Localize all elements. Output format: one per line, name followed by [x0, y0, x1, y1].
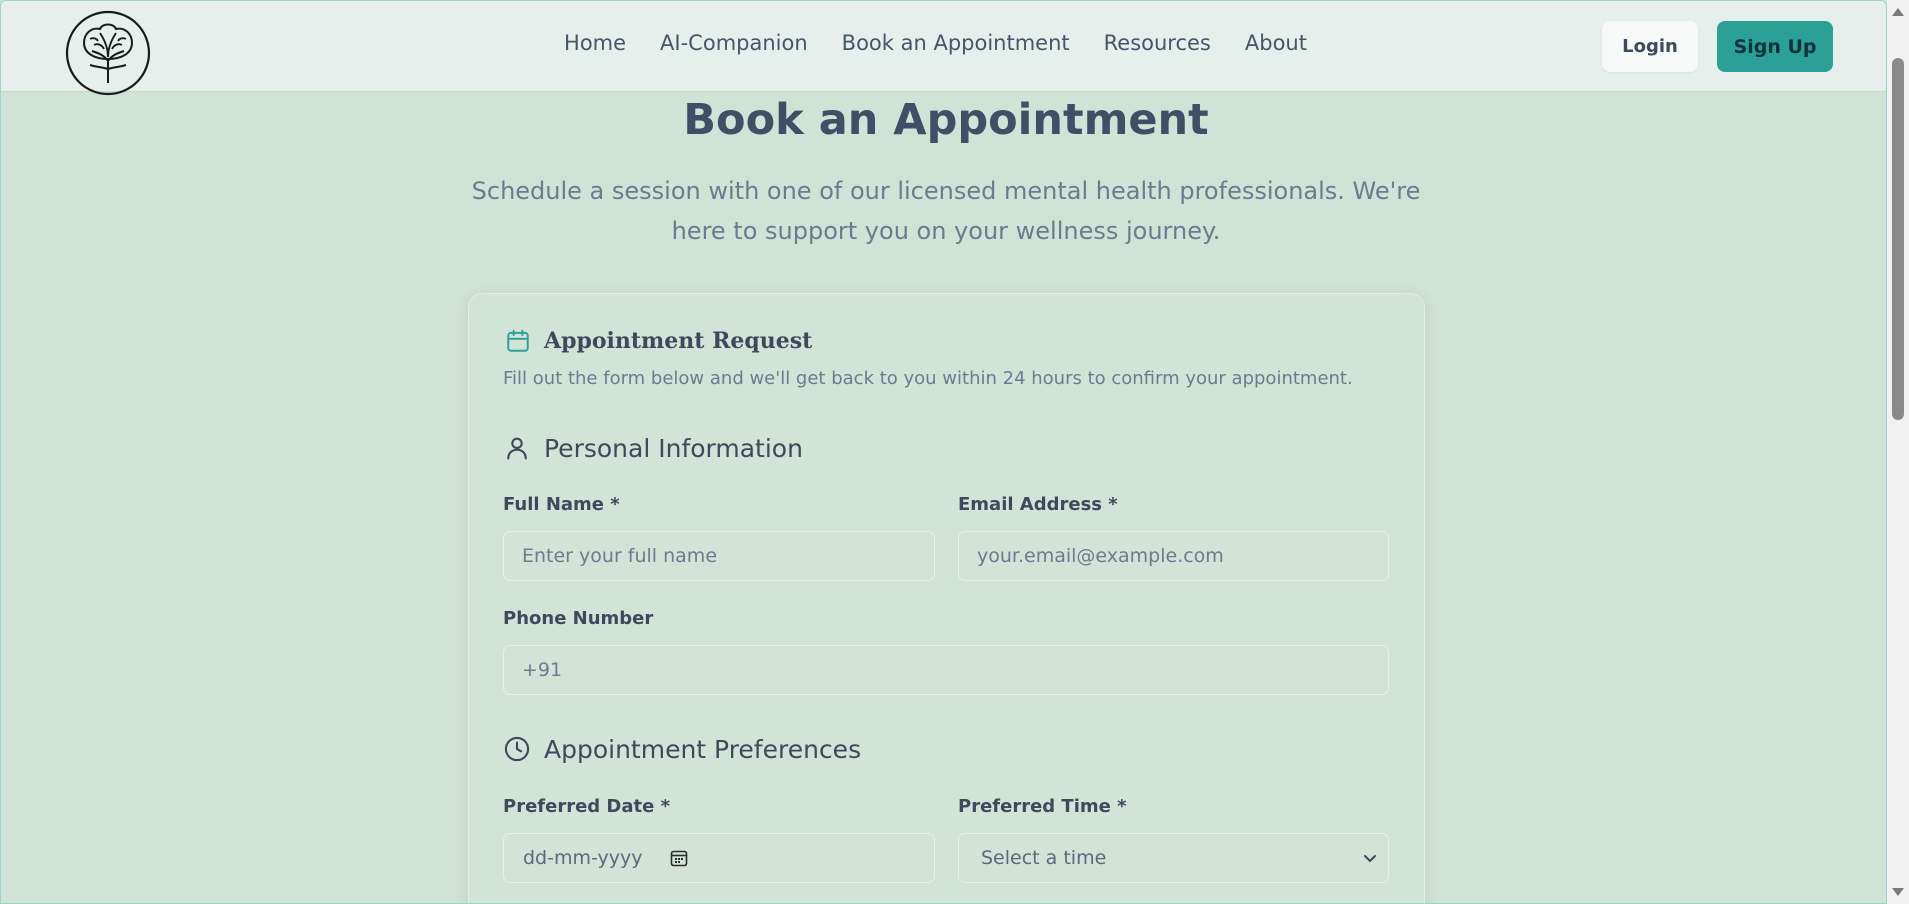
browser-page: Home AI-Companion Book an Appointment Re…	[0, 0, 1887, 904]
page-subtitle: Schedule a session with one of our licen…	[471, 177, 1421, 245]
time-selected-value: Select a time	[981, 847, 1107, 869]
user-icon	[507, 437, 527, 460]
calendar-icon	[507, 329, 529, 352]
nav-home[interactable]: Home	[564, 31, 626, 55]
preferred-date-label: Preferred Date *	[503, 796, 671, 817]
preferences-heading: Appointment Preferences	[544, 735, 862, 764]
clock-icon	[504, 736, 530, 762]
login-button[interactable]: Login	[1602, 21, 1698, 72]
full-name-input[interactable]	[503, 531, 935, 581]
email-label: Email Address *	[958, 494, 1118, 515]
page-title: Book an Appointment	[683, 95, 1209, 145]
calendar-small-icon[interactable]	[669, 848, 689, 868]
preferred-date-input[interactable]: dd-mm-yyyy	[503, 833, 935, 883]
scroll-down-arrow-icon[interactable]	[1892, 888, 1904, 896]
nav-ai-companion[interactable]: AI-Companion	[660, 31, 808, 55]
scroll-up-arrow-icon[interactable]	[1892, 8, 1904, 16]
form-description: Fill out the form below and we'll get ba…	[503, 368, 1353, 389]
email-input[interactable]	[958, 531, 1389, 581]
page-scrollbar[interactable]	[1887, 0, 1909, 904]
appointment-form-card: Appointment Request Fill out the form be…	[468, 293, 1425, 903]
full-name-label: Full Name *	[503, 494, 620, 515]
nav-resources[interactable]: Resources	[1104, 31, 1211, 55]
phone-label: Phone Number	[503, 608, 654, 629]
personal-info-heading: Personal Information	[544, 434, 803, 463]
signup-button[interactable]: Sign Up	[1717, 21, 1833, 72]
nav-about[interactable]: About	[1245, 31, 1307, 55]
scrollbar-thumb[interactable]	[1892, 58, 1904, 420]
preferred-time-select[interactable]: Select a time	[958, 833, 1389, 883]
form-title: Appointment Request	[544, 328, 813, 354]
phone-input[interactable]	[503, 645, 1389, 695]
nav-book-appointment[interactable]: Book an Appointment	[842, 31, 1070, 55]
chevron-down-icon	[1364, 855, 1376, 862]
date-placeholder: dd-mm-yyyy	[523, 847, 643, 869]
preferred-time-label: Preferred Time *	[958, 796, 1127, 817]
navbar: Home AI-Companion Book an Appointment Re…	[1, 1, 1886, 96]
